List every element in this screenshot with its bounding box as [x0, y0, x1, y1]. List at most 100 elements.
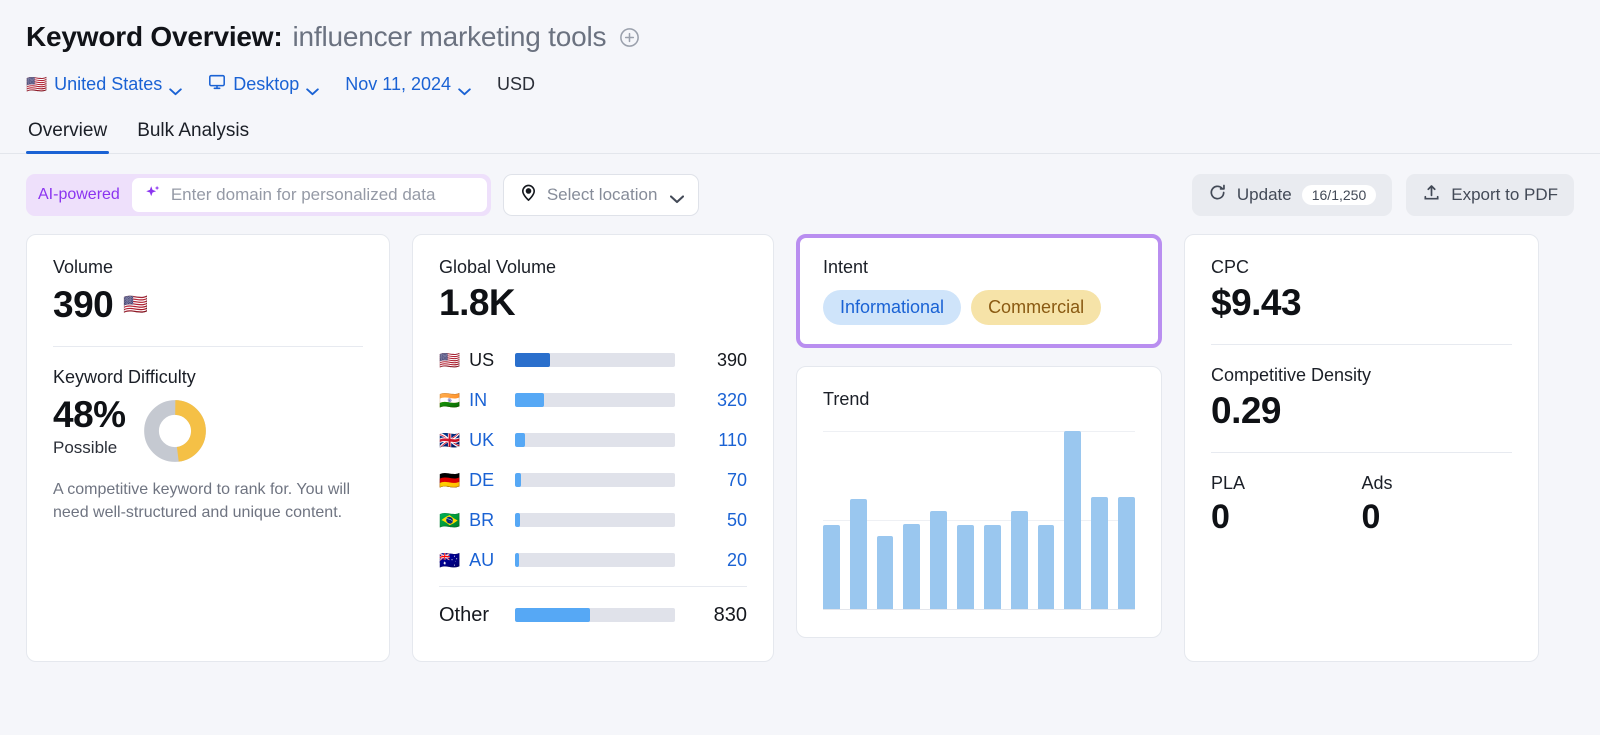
country-selector[interactable]: 🇺🇸 United States: [26, 73, 183, 96]
chart-baseline: [823, 609, 1135, 610]
update-button[interactable]: Update 16/1,250: [1191, 174, 1393, 216]
device-selector[interactable]: Desktop: [208, 73, 320, 96]
export-pdf-button[interactable]: Export to PDF: [1406, 174, 1574, 216]
trend-bar: [957, 525, 974, 609]
country-code: DE: [469, 469, 495, 490]
monitor-icon: [208, 73, 226, 96]
divider: [53, 346, 363, 347]
cpc-label: CPC: [1211, 257, 1250, 277]
cpc-value: $9.43: [1211, 282, 1302, 323]
trend-bar: [1064, 431, 1082, 609]
ai-domain-group: AI-powered Enter domain for personalized…: [26, 174, 491, 216]
export-label: Export to PDF: [1451, 185, 1558, 204]
country-cell[interactable]: 🇩🇪 DE: [439, 470, 515, 491]
country-code: BR: [469, 509, 495, 530]
currency-label-wrap: USD: [497, 74, 535, 95]
trend-chart: [823, 431, 1135, 610]
intent-pill-commercial[interactable]: Commercial: [971, 290, 1102, 325]
country-code: US: [469, 349, 495, 370]
volume-bar-fill: [515, 608, 591, 622]
volume-bar-track: [515, 353, 675, 367]
chevron-down-icon: [306, 80, 320, 96]
pla-block: PLA 0: [1211, 473, 1362, 537]
us-flag-icon: 🇺🇸: [123, 294, 149, 316]
trend-bar: [1010, 511, 1028, 609]
global-volume-card: Global Volume 1.8K 🇺🇸 US 390 🇮🇳 IN 320 🇬🇧 UK 110…: [412, 234, 774, 662]
domain-input[interactable]: Enter domain for personalized data: [131, 178, 487, 212]
volume-bar-fill: [515, 553, 519, 567]
global-volume-value: 1.8K: [439, 282, 516, 323]
volume-value: 110: [718, 429, 747, 450]
ads-block: Ads 0: [1362, 473, 1513, 537]
divider: [1211, 452, 1512, 453]
circle-plus-icon[interactable]: [618, 26, 641, 49]
country-flag-icon: 🇺🇸: [439, 350, 461, 370]
volume-bar-track: [515, 553, 675, 567]
volume-value: 320: [716, 389, 747, 410]
kd-donut-chart: [143, 400, 206, 462]
toolbar-left: AI-powered Enter domain for personalized…: [26, 174, 700, 216]
toolbar-right: Update 16/1,250 Export to PDF: [1191, 174, 1574, 216]
country-cell[interactable]: 🇬🇧 UK: [439, 430, 515, 451]
tab-overview[interactable]: Overview: [26, 116, 110, 154]
volume-bar-fill: [515, 473, 522, 487]
ads-value: 0: [1361, 498, 1381, 536]
trend-bar: [876, 536, 894, 609]
cpc-card: CPC $9.43 Competitive Density 0.29 PLA 0…: [1184, 234, 1539, 662]
volume-value: 70: [726, 469, 747, 490]
title-row: Keyword Overview: influencer marketing t…: [26, 16, 1574, 58]
intent-trend-column: Intent Informational Commercial Trend: [796, 234, 1162, 638]
country-cell[interactable]: 🇦🇺 AU: [439, 550, 515, 571]
volume-bar-fill: [515, 513, 520, 527]
volume-bar-track: [515, 513, 675, 527]
trend-bars: [823, 431, 1135, 609]
volume-bar-fill: [515, 433, 525, 447]
keyword-difficulty-label: Keyword Difficulty: [53, 367, 196, 387]
country-cell[interactable]: 🇧🇷 BR: [439, 510, 515, 531]
location-placeholder: Select location: [546, 185, 658, 204]
chevron-down-icon: [169, 80, 183, 96]
global-volume-row: 🇮🇳 IN 320: [439, 380, 747, 420]
global-volume-row: 🇺🇸 US 390: [439, 340, 747, 380]
country-cell[interactable]: 🇺🇸 US: [439, 350, 515, 371]
volume-value: 20: [726, 549, 747, 570]
divider: [439, 586, 747, 587]
country-cell[interactable]: 🇮🇳 IN: [439, 390, 515, 411]
kd-description: A competitive keyword to rank for. You w…: [53, 481, 351, 522]
pla-label: PLA: [1211, 473, 1246, 493]
country-label: United States: [54, 73, 163, 94]
kd-text-block: 48% Possible: [53, 394, 126, 458]
meta-row: 🇺🇸 United States Desktop Nov 11, 2024 US…: [26, 70, 1574, 98]
date-label: Nov 11, 2024: [345, 73, 452, 94]
country-flag-icon: 🇧🇷: [439, 510, 461, 530]
global-volume-row: 🇩🇪 DE 70: [439, 460, 747, 500]
country-code: UK: [469, 429, 495, 450]
country-flag-icon: 🇦🇺: [439, 550, 461, 570]
trend-bar: [983, 525, 1001, 609]
date-selector[interactable]: Nov 11, 2024: [345, 73, 471, 96]
currency-label: USD: [497, 73, 536, 94]
tab-bar: Overview Bulk Analysis: [0, 116, 1600, 154]
global-volume-label: Global Volume: [439, 257, 557, 277]
volume-label: Volume: [53, 257, 114, 277]
volume-bar-track: [515, 473, 675, 487]
trend-card: Trend: [796, 366, 1162, 638]
volume-value-row: 390 🇺🇸: [53, 284, 363, 326]
intent-pills: Informational Commercial: [823, 290, 1135, 325]
trend-bar: [1118, 496, 1135, 609]
location-select[interactable]: Select location: [502, 174, 700, 216]
intent-pill-informational[interactable]: Informational: [823, 290, 962, 325]
country-cell[interactable]: Other: [439, 604, 515, 627]
keyword-difficulty-row: 48% Possible: [53, 394, 363, 462]
global-volume-row: 🇦🇺 AU 20: [439, 540, 747, 580]
ads-label: Ads: [1361, 473, 1393, 493]
metrics-grid: Volume 390 🇺🇸 Keyword Difficulty 48% Pos…: [0, 234, 1600, 662]
global-volume-row: 🇧🇷 BR 50: [439, 500, 747, 540]
trend-bar: [849, 498, 867, 609]
pla-ads-row: PLA 0 Ads 0: [1211, 473, 1512, 537]
volume-bar-fill: [515, 393, 544, 407]
update-count-badge: 16/1,250: [1301, 185, 1377, 205]
tab-bulk-analysis[interactable]: Bulk Analysis: [135, 116, 251, 154]
kd-status: Possible: [53, 438, 118, 457]
global-volume-row: Other 830: [439, 593, 747, 637]
